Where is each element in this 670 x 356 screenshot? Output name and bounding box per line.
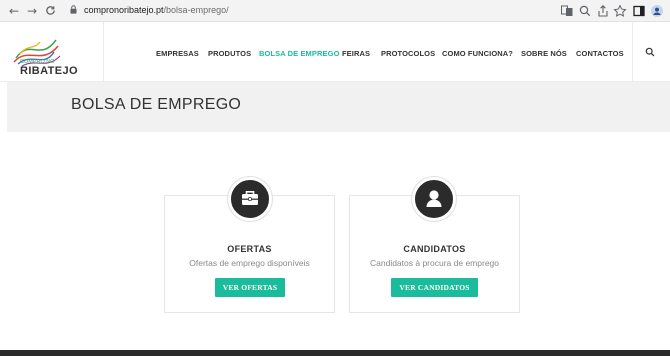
search-divider xyxy=(632,22,633,82)
translate-icon[interactable] xyxy=(560,4,574,18)
page-title-band: BOLSA DE EMPREGO xyxy=(7,82,670,132)
url-text: compronoribatejo.pt/bolsa-emprego/ xyxy=(84,5,229,15)
star-icon[interactable] xyxy=(613,4,627,18)
search-icon[interactable] xyxy=(645,47,655,57)
site-footer xyxy=(0,350,670,356)
site-logo[interactable]: COMPRO NO RIBATEJO xyxy=(10,28,100,78)
menu-item-feiras[interactable]: FEIRAS xyxy=(342,49,370,58)
ver-ofertas-button[interactable]: VER OFERTAS xyxy=(215,278,285,297)
menu-item-contactos[interactable]: CONTACTOS xyxy=(576,49,624,58)
menu-item-sobre-nos[interactable]: SOBRE NÓS xyxy=(521,49,567,58)
menu-item-empresas[interactable]: EMPRESAS xyxy=(156,49,199,58)
forward-button[interactable]: → xyxy=(24,3,40,19)
sidebar-icon[interactable] xyxy=(632,4,646,18)
ofertas-icon-badge xyxy=(228,177,272,221)
site-header: COMPRO NO RIBATEJO EMPRESAS PRODUTOS BOL… xyxy=(0,22,670,82)
profile-icon[interactable] xyxy=(650,4,664,18)
card-title: CANDIDATOS xyxy=(403,244,466,254)
card-subtitle: Ofertas de emprego disponíveis xyxy=(189,258,310,268)
briefcase-icon xyxy=(242,191,258,205)
lock-icon xyxy=(70,5,77,14)
share-icon[interactable] xyxy=(596,4,610,18)
card-subtitle: Candidatos à procura de emprego xyxy=(370,258,499,268)
reload-button[interactable] xyxy=(42,3,58,19)
menu-item-como-funciona[interactable]: COMO FUNCIONA? xyxy=(442,49,513,58)
menu-item-produtos[interactable]: PRODUTOS xyxy=(208,49,251,58)
zoom-icon[interactable] xyxy=(578,4,592,18)
url-path: /bolsa-emprego/ xyxy=(163,5,229,15)
card-title: OFERTAS xyxy=(227,244,272,254)
menu-item-bolsa-de-emprego[interactable]: BOLSA DE EMPREGO xyxy=(259,49,340,58)
logo-text-bottom: RIBATEJO xyxy=(20,65,79,77)
ver-candidatos-button[interactable]: VER CANDIDATOS xyxy=(391,278,478,297)
user-icon xyxy=(426,190,442,207)
page-title: BOLSA DE EMPREGO xyxy=(71,96,242,113)
menu-item-protocolos[interactable]: PROTOCOLOS xyxy=(381,49,435,58)
candidatos-icon-badge xyxy=(412,177,456,221)
back-button[interactable]: ← xyxy=(6,3,22,19)
browser-toolbar: ← → compronoribatejo.pt/bolsa-emprego/ xyxy=(0,0,670,22)
logo-divider xyxy=(103,22,104,82)
url-domain: compronoribatejo.pt xyxy=(84,5,164,15)
